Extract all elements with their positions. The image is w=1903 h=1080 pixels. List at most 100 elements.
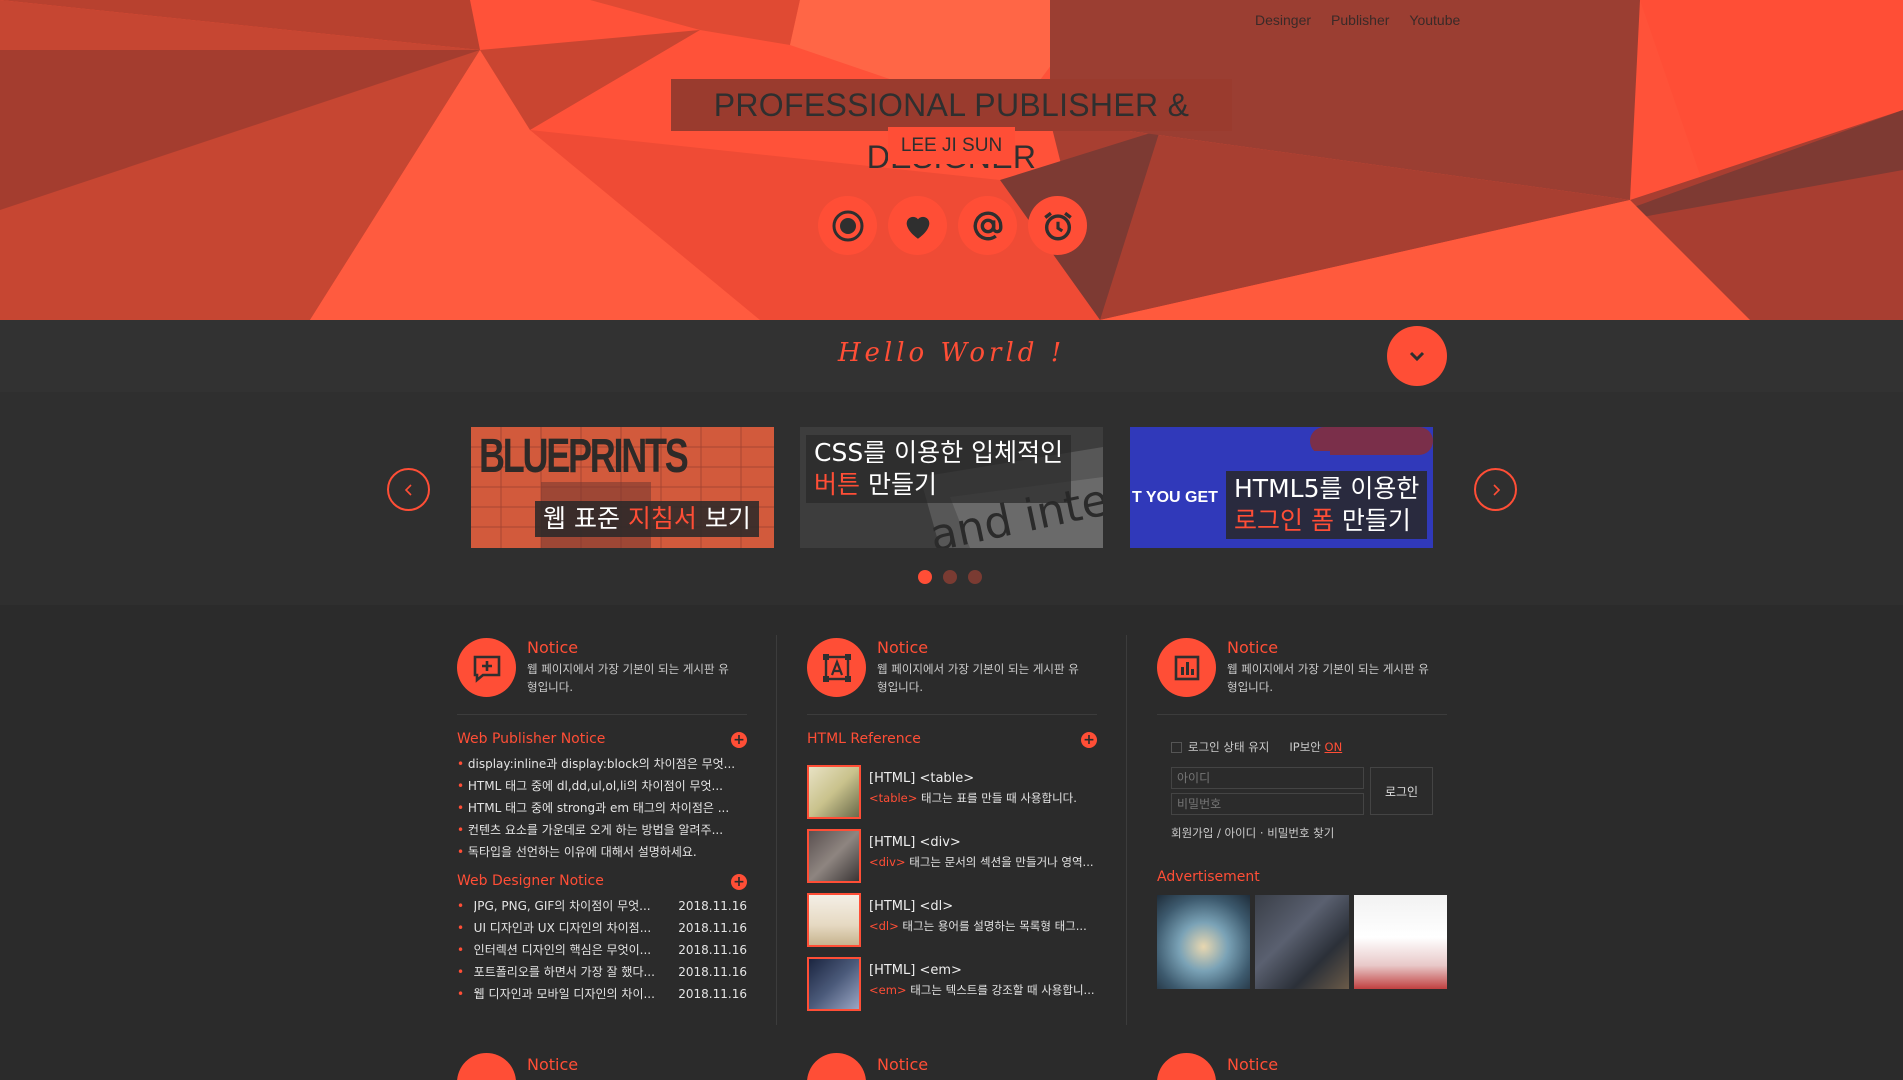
slide-caption: 웹 표준 지침서 보기: [535, 501, 759, 537]
publisher-notice-title: Web Publisher Notice +: [457, 731, 747, 751]
slide-css-button[interactable]: and inte CSS를 이용한 입체적인 버튼 만들기: [800, 427, 1103, 548]
slider-dot-1[interactable]: [918, 570, 932, 584]
notice-desc: 웹 페이지에서 가장 기본이 되는 게시판 유형입니다.: [527, 662, 729, 694]
list-item[interactable]: JPG, PNG, GIF의 차이점이 무엇...2018.11.16: [457, 895, 747, 917]
content-area: Notice 웹 페이지에서 가장 기본이 되는 게시판 유형입니다. Web …: [0, 605, 1903, 1080]
notice-icon: [1157, 1053, 1216, 1080]
login-options: 로그인 상태 유지 IP보안 ON: [1157, 739, 1447, 755]
slider-dots: [918, 570, 982, 584]
reference-thumbnail: [807, 829, 861, 883]
list-item[interactable]: 포트폴리오를 하면서 가장 잘 했다...2018.11.16: [457, 961, 747, 983]
reference-item[interactable]: [HTML] <dl> <dl> 태그는 용어를 설명하는 목록형 태그...: [807, 893, 1097, 947]
notice-add-icon: [457, 638, 516, 697]
notice-header: Notice 웹 페이지에서 가장 기본이 되는 게시판 유형입니다.: [1157, 635, 1447, 715]
reference-title: [HTML] <div>: [869, 835, 961, 850]
slider-dot-2[interactable]: [943, 570, 957, 584]
slide-caption: HTML5를 이용한 로그인 폼 만들기: [1226, 471, 1428, 539]
nav-youtube-link[interactable]: Youtube: [1409, 12, 1460, 28]
more-plus-icon[interactable]: +: [1081, 732, 1097, 748]
notice-icon: [457, 1053, 516, 1080]
slide-bg-text: T YOU GET: [1132, 489, 1218, 506]
reference-item[interactable]: [HTML] <em> <em> 태그는 텍스트를 강조할 때 사용합니...: [807, 957, 1097, 1011]
login-button[interactable]: 로그인: [1370, 767, 1433, 815]
ip-security: IP보안 ON: [1289, 740, 1343, 754]
column-login: Notice 웹 페이지에서 가장 기본이 되는 게시판 유형입니다. 로그인 …: [1157, 635, 1447, 989]
ip-security-toggle[interactable]: ON: [1325, 740, 1343, 754]
notice-title: Notice: [527, 638, 579, 657]
nav-publisher-link[interactable]: Publisher: [1331, 12, 1389, 28]
notice-title: Notice: [527, 1055, 579, 1074]
reference-desc: <em> 태그는 텍스트를 강조할 때 사용합니...: [869, 983, 1095, 997]
password-input[interactable]: [1171, 793, 1364, 815]
list-item[interactable]: display:inline과 display:block의 차이점은 무엇..…: [457, 753, 747, 775]
reference-thumbnail: [807, 765, 861, 819]
reference-thumbnail: [807, 957, 861, 1011]
nav-designer-link[interactable]: Desinger: [1255, 12, 1311, 28]
scroll-down-button[interactable]: [1387, 326, 1447, 386]
notice-chart-icon: [1157, 638, 1216, 697]
more-plus-icon[interactable]: +: [731, 732, 747, 748]
advertisement-image[interactable]: [1157, 895, 1251, 989]
column-publisher: Notice 웹 페이지에서 가장 기본이 되는 게시판 유형입니다. Web …: [457, 635, 747, 1005]
signup-find-links[interactable]: 회원가입 / 아이디 · 비밀번호 찾기: [1171, 825, 1334, 841]
camera-icon: [807, 1053, 866, 1080]
reference-desc: <dl> 태그는 용어를 설명하는 목록형 태그...: [869, 919, 1087, 933]
advertisement-image[interactable]: [1353, 895, 1447, 989]
header-banner: Desinger Publisher Youtube PROFESSIONAL …: [0, 0, 1903, 320]
slide-bg-text: BLUEPRINTS: [479, 430, 689, 483]
notice-desc: 웹 페이지에서 가장 기본이 되는 게시판 유형입니다.: [877, 662, 1079, 694]
keep-login-checkbox[interactable]: [1171, 741, 1182, 753]
chevron-left-icon: [404, 483, 412, 496]
notice-desc: 웹 페이지에서 가장 기본이 되는 게시판 유형입니다.: [1227, 662, 1429, 694]
designer-notice-list: JPG, PNG, GIF의 차이점이 무엇...2018.11.16 UI 디…: [457, 895, 747, 1005]
notice-header: Notice 웹 페이지에서 가장 기본이 되는 게시판 유형입니다.: [807, 635, 1097, 715]
at-icon[interactable]: [958, 196, 1017, 255]
hero-title: PROFESSIONAL PUBLISHER & DESIGNER: [671, 79, 1232, 175]
advertisement-image[interactable]: [1255, 895, 1349, 989]
reference-item[interactable]: [HTML] <table> <table> 태그는 표를 만들 때 사용합니다…: [807, 765, 1097, 819]
reference-desc: <div> 태그는 문서의 섹션을 만들거나 영역...: [869, 855, 1094, 869]
list-item[interactable]: 컨텐츠 요소를 가운데로 오게 하는 방법을 알려주...: [457, 819, 747, 841]
notice-title: Notice: [877, 638, 929, 657]
slide-caption: CSS를 이용한 입체적인 버튼 만들기: [806, 435, 1072, 503]
top-nav: Desinger Publisher Youtube: [1255, 12, 1460, 28]
reference-item[interactable]: [HTML] <div> <div> 태그는 문서의 섹션을 만들거나 영역..…: [807, 829, 1097, 883]
hero-subtitle: LEE JI SUN: [888, 127, 1015, 164]
slide-html5-login[interactable]: T YOU GET HTML5를 이용한 로그인 폼 만들기: [1130, 427, 1433, 548]
list-item[interactable]: HTML 태그 중에 strong과 em 태그의 차이점은 ...: [457, 797, 747, 819]
chevron-down-icon: [1409, 351, 1425, 362]
slider-prev-button[interactable]: [387, 468, 430, 511]
reference-desc: <table> 태그는 표를 만들 때 사용합니다.: [869, 791, 1077, 805]
slider-dot-3[interactable]: [968, 570, 982, 584]
more-plus-icon[interactable]: +: [731, 874, 747, 890]
list-item[interactable]: 인터렉션 디자인의 핵심은 무엇이...2018.11.16: [457, 939, 747, 961]
list-item[interactable]: HTML 태그 중에 dl,dd,ul,ol,li의 차이점이 무엇...: [457, 775, 747, 797]
notice-title: Notice: [1227, 638, 1279, 657]
id-input[interactable]: [1171, 767, 1364, 789]
column-reference: Notice 웹 페이지에서 가장 기본이 되는 게시판 유형입니다. HTML…: [807, 635, 1097, 1011]
record-icon[interactable]: [818, 196, 877, 255]
alarm-icon[interactable]: [1028, 196, 1087, 255]
reference-title: [HTML] <table>: [869, 771, 975, 786]
list-item[interactable]: 독타입을 선언하는 이유에 대해서 설명하세요.: [457, 841, 747, 863]
reference-title: [HTML] <dl>: [869, 899, 954, 914]
slider: BLUEPRINTS 웹 표준 지침서 보기 and inte CSS를 이용한…: [0, 392, 1903, 605]
heart-icon[interactable]: [888, 196, 947, 255]
slide-web-standard[interactable]: BLUEPRINTS 웹 표준 지침서 보기: [471, 427, 774, 548]
list-item[interactable]: 웹 디자인과 모바일 디자인의 차이...2018.11.16: [457, 983, 747, 1005]
advertisement-title: Advertisement: [1157, 869, 1260, 885]
notice-title: Notice: [1227, 1055, 1279, 1074]
notice-text-icon: [807, 638, 866, 697]
chevron-right-icon: [1492, 483, 1500, 496]
notice-title: Notice: [877, 1055, 929, 1074]
advertisement-grid: [1157, 895, 1447, 989]
login-form: 로그인 상태 유지 IP보안 ON 로그인 회원가입 / 아이디 · 비밀번호 …: [1157, 739, 1447, 859]
hello-text: Hello World !: [837, 338, 1066, 368]
keep-login-label: 로그인 상태 유지: [1188, 740, 1270, 754]
hello-bar: Hello World !: [0, 320, 1903, 392]
hero-icon-row: [818, 196, 1087, 255]
slider-next-button[interactable]: [1474, 468, 1517, 511]
designer-notice-title: Web Designer Notice +: [457, 873, 747, 893]
html-reference-title: HTML Reference +: [807, 731, 1097, 751]
list-item[interactable]: UI 디자인과 UX 디자인의 차이점...2018.11.16: [457, 917, 747, 939]
